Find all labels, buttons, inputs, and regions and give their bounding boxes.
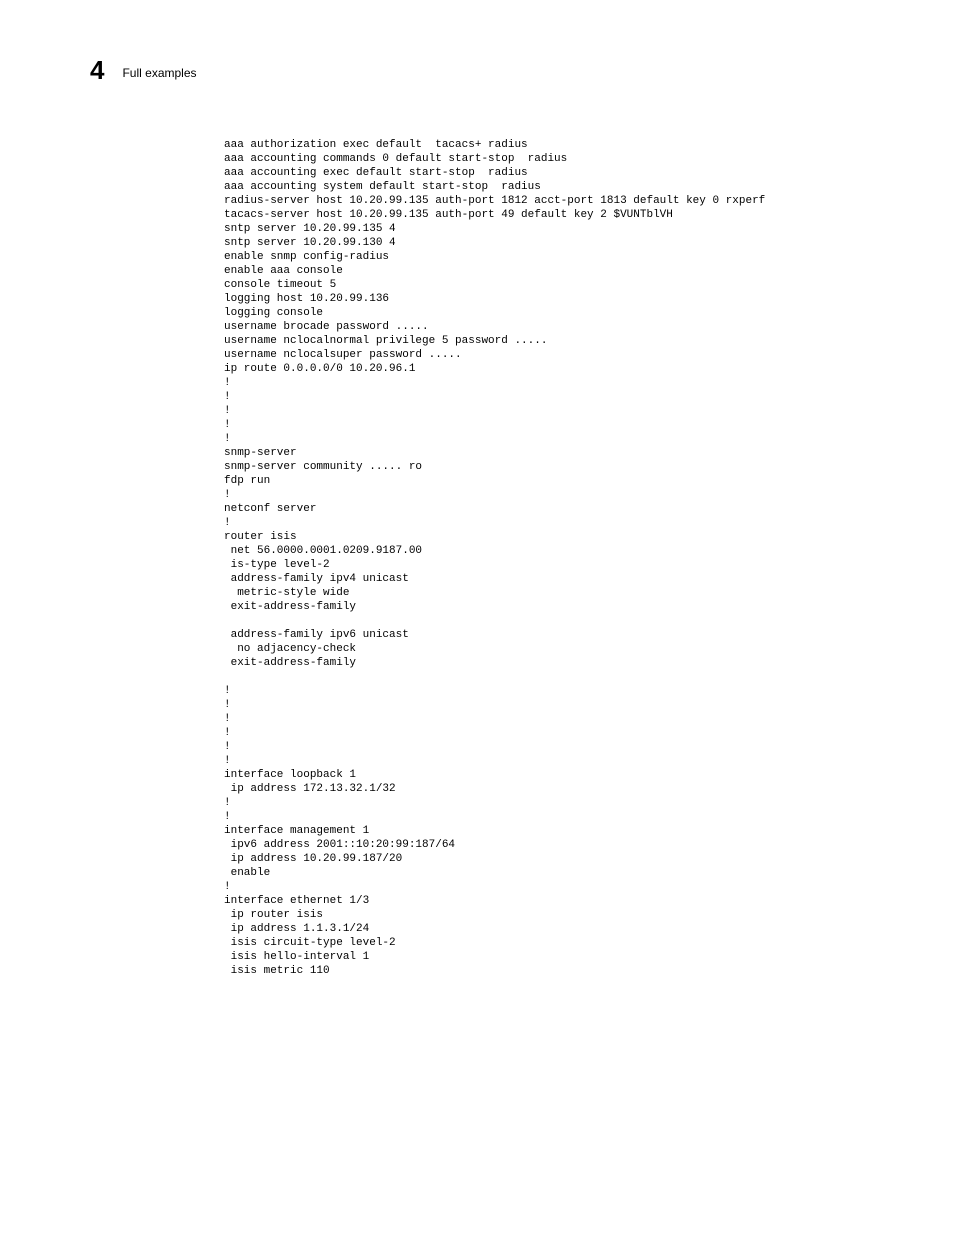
section-title: Full examples bbox=[122, 66, 196, 80]
page-header: 4 Full examples bbox=[90, 55, 954, 86]
config-code-block: aaa authorization exec default tacacs+ r… bbox=[224, 138, 954, 978]
chapter-number: 4 bbox=[90, 55, 104, 86]
page: 4 Full examples aaa authorization exec d… bbox=[0, 0, 954, 1235]
